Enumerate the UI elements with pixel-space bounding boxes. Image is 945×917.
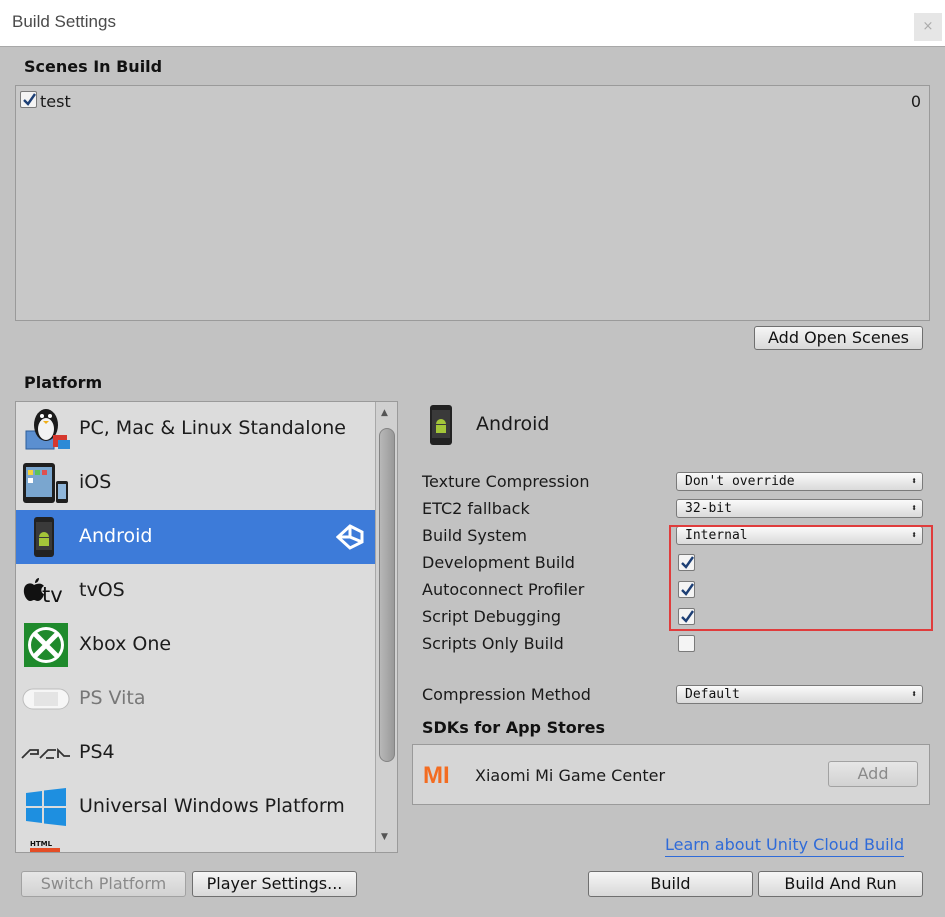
platform-title: Android: [476, 413, 550, 435]
sdk-add-button[interactable]: Add: [828, 761, 918, 787]
android-header-icon: [430, 405, 452, 445]
linux-tux-icon: [25, 409, 70, 450]
svg-text:HTML: HTML: [30, 840, 53, 848]
compression-method-dropdown[interactable]: Default ⬍: [676, 685, 923, 704]
close-button[interactable]: ×: [914, 13, 942, 41]
windows-icon: [26, 788, 66, 826]
texture-compression-label: Texture Compression: [422, 472, 590, 491]
updown-arrow-icon: ⬍: [910, 503, 917, 514]
platform-label: Android: [79, 525, 153, 547]
ps-vita-icon: [22, 688, 70, 710]
updown-arrow-icon: ⬍: [910, 476, 917, 487]
platform-label: tvOS: [79, 579, 125, 601]
platform-label: PS4: [79, 741, 115, 763]
platform-item-standalone[interactable]: PC, Mac & Linux Standalone: [16, 402, 376, 456]
scripts-only-build-label: Scripts Only Build: [422, 634, 564, 653]
scripts-only-build-checkbox[interactable]: [678, 635, 695, 652]
etc2-fallback-dropdown[interactable]: 32-bit ⬍: [676, 499, 923, 518]
scroll-thumb[interactable]: [379, 428, 395, 762]
html5-icon: HTML: [30, 840, 60, 852]
platform-item-android[interactable]: Android: [16, 510, 376, 564]
platform-scrollbar[interactable]: ▲ ▼: [375, 402, 397, 852]
platform-item-webgl[interactable]: HTML: [16, 834, 376, 852]
dropdown-value: Don't override: [685, 474, 795, 489]
development-build-label: Development Build: [422, 553, 575, 572]
platform-item-ps4[interactable]: PS4: [16, 726, 376, 780]
platform-label: PC, Mac & Linux Standalone: [79, 417, 346, 439]
platform-header: Platform: [24, 373, 103, 392]
script-debugging-label: Script Debugging: [422, 607, 562, 626]
build-button[interactable]: Build: [588, 871, 753, 897]
platform-label: PS Vita: [79, 687, 146, 709]
sdk-list: MI Xiaomi Mi Game Center Add: [412, 744, 930, 805]
cloud-build-link[interactable]: Learn about Unity Cloud Build: [665, 835, 905, 857]
dropdown-value: Default: [685, 687, 740, 702]
etc2-fallback-label: ETC2 fallback: [422, 499, 530, 518]
window-title: Build Settings: [12, 12, 116, 31]
scene-row[interactable]: test 0: [20, 91, 925, 111]
platform-item-ios[interactable]: iOS: [16, 456, 376, 510]
platform-label: Xbox One: [79, 633, 172, 655]
platform-list[interactable]: PC, Mac & Linux Standalone iOS Android t…: [15, 401, 398, 853]
scene-checkbox[interactable]: [20, 91, 37, 108]
scene-name: test: [40, 92, 71, 111]
xbox-icon: [24, 623, 68, 667]
player-settings-button[interactable]: Player Settings...: [192, 871, 357, 897]
unity-logo-icon: [336, 524, 364, 550]
check-icon: [23, 93, 36, 106]
platform-item-ps-vita[interactable]: PS Vita: [16, 672, 376, 726]
autoconnect-profiler-label: Autoconnect Profiler: [422, 580, 585, 599]
compression-method-label: Compression Method: [422, 685, 591, 704]
apple-tv-icon: tv: [23, 578, 63, 607]
build-and-run-button[interactable]: Build And Run: [758, 871, 923, 897]
dropdown-value: 32-bit: [685, 501, 732, 516]
title-bar: Build Settings ×: [0, 0, 945, 47]
scroll-up-icon[interactable]: ▲: [381, 408, 388, 418]
scenes-list[interactable]: test 0: [15, 85, 930, 321]
scenes-header: Scenes In Build: [24, 57, 163, 76]
ps4-logo-icon: [21, 747, 70, 759]
platform-item-uwp[interactable]: Universal Windows Platform: [16, 780, 376, 834]
ipad-iphone-icon: [23, 463, 68, 503]
sdk-name: Xiaomi Mi Game Center: [475, 766, 666, 785]
platform-label: Universal Windows Platform: [79, 795, 345, 817]
scene-index: 0: [910, 92, 921, 111]
android-phone-icon: [34, 517, 54, 557]
platform-item-tvos[interactable]: tv tvOS: [16, 564, 376, 618]
scroll-down-icon[interactable]: ▼: [381, 832, 388, 842]
svg-text:tv: tv: [42, 583, 63, 607]
sdks-header: SDKs for App Stores: [422, 718, 605, 737]
xiaomi-logo-icon: MI: [423, 762, 450, 789]
platform-item-xbox-one[interactable]: Xbox One: [16, 618, 376, 672]
highlight-box: [669, 525, 933, 631]
switch-platform-button[interactable]: Switch Platform: [21, 871, 186, 897]
texture-compression-dropdown[interactable]: Don't override ⬍: [676, 472, 923, 491]
platform-label: iOS: [79, 471, 112, 493]
updown-arrow-icon: ⬍: [910, 689, 917, 700]
build-system-label: Build System: [422, 526, 527, 545]
add-open-scenes-button[interactable]: Add Open Scenes: [754, 326, 923, 350]
